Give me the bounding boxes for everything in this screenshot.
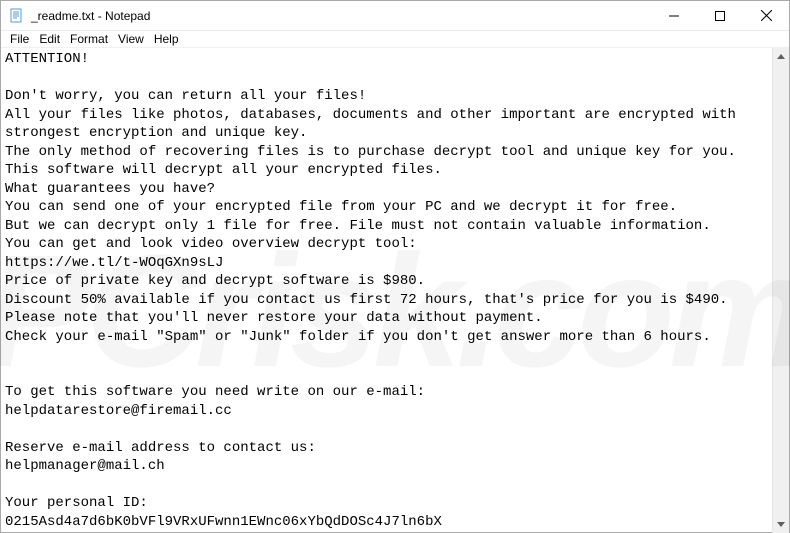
chevron-up-icon [777, 54, 785, 59]
maximize-icon [715, 11, 725, 21]
minimize-button[interactable] [651, 1, 697, 31]
menu-view[interactable]: View [113, 31, 149, 47]
maximize-button[interactable] [697, 1, 743, 31]
menu-edit[interactable]: Edit [34, 31, 65, 47]
text-area[interactable]: ATTENTION! Don't worry, you can return a… [1, 48, 772, 533]
menu-format[interactable]: Format [65, 31, 113, 47]
minimize-icon [669, 11, 679, 21]
menubar: File Edit Format View Help [1, 31, 789, 48]
notepad-app-icon [9, 8, 25, 24]
menu-help[interactable]: Help [149, 31, 184, 47]
menu-file[interactable]: File [5, 31, 34, 47]
content-area: ATTENTION! Don't worry, you can return a… [1, 48, 789, 533]
vertical-scrollbar[interactable] [772, 48, 789, 533]
scroll-down-arrow[interactable] [773, 516, 789, 533]
scroll-track[interactable] [773, 65, 789, 516]
close-icon [761, 10, 772, 21]
titlebar[interactable]: _readme.txt - Notepad [1, 1, 789, 31]
scroll-up-arrow[interactable] [773, 48, 789, 65]
window-title: _readme.txt - Notepad [31, 9, 150, 23]
chevron-down-icon [777, 522, 785, 527]
close-button[interactable] [743, 1, 789, 31]
notepad-window: _readme.txt - Notepad File Edit Format V… [0, 0, 790, 533]
